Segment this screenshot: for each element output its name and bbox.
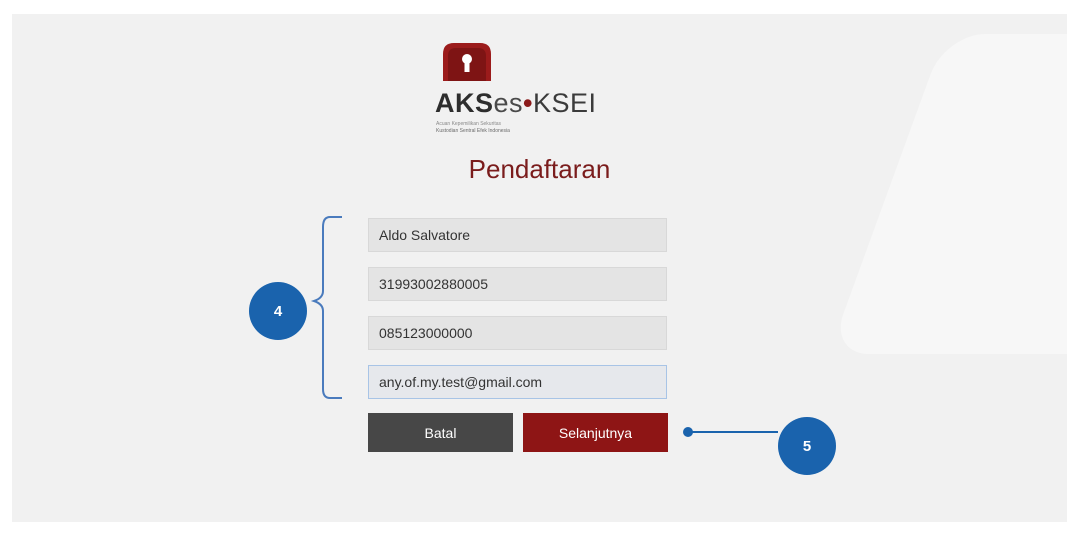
field-group-bracket [310,216,342,399]
annotation-overlay [310,216,778,437]
callout-dot [683,427,693,437]
step-5-badge: 5 [778,417,836,475]
registration-screen: AKSes•KSEI Acuan Kepemilikan Sekuritas K… [12,14,1067,522]
step-4-badge: 4 [249,282,307,340]
